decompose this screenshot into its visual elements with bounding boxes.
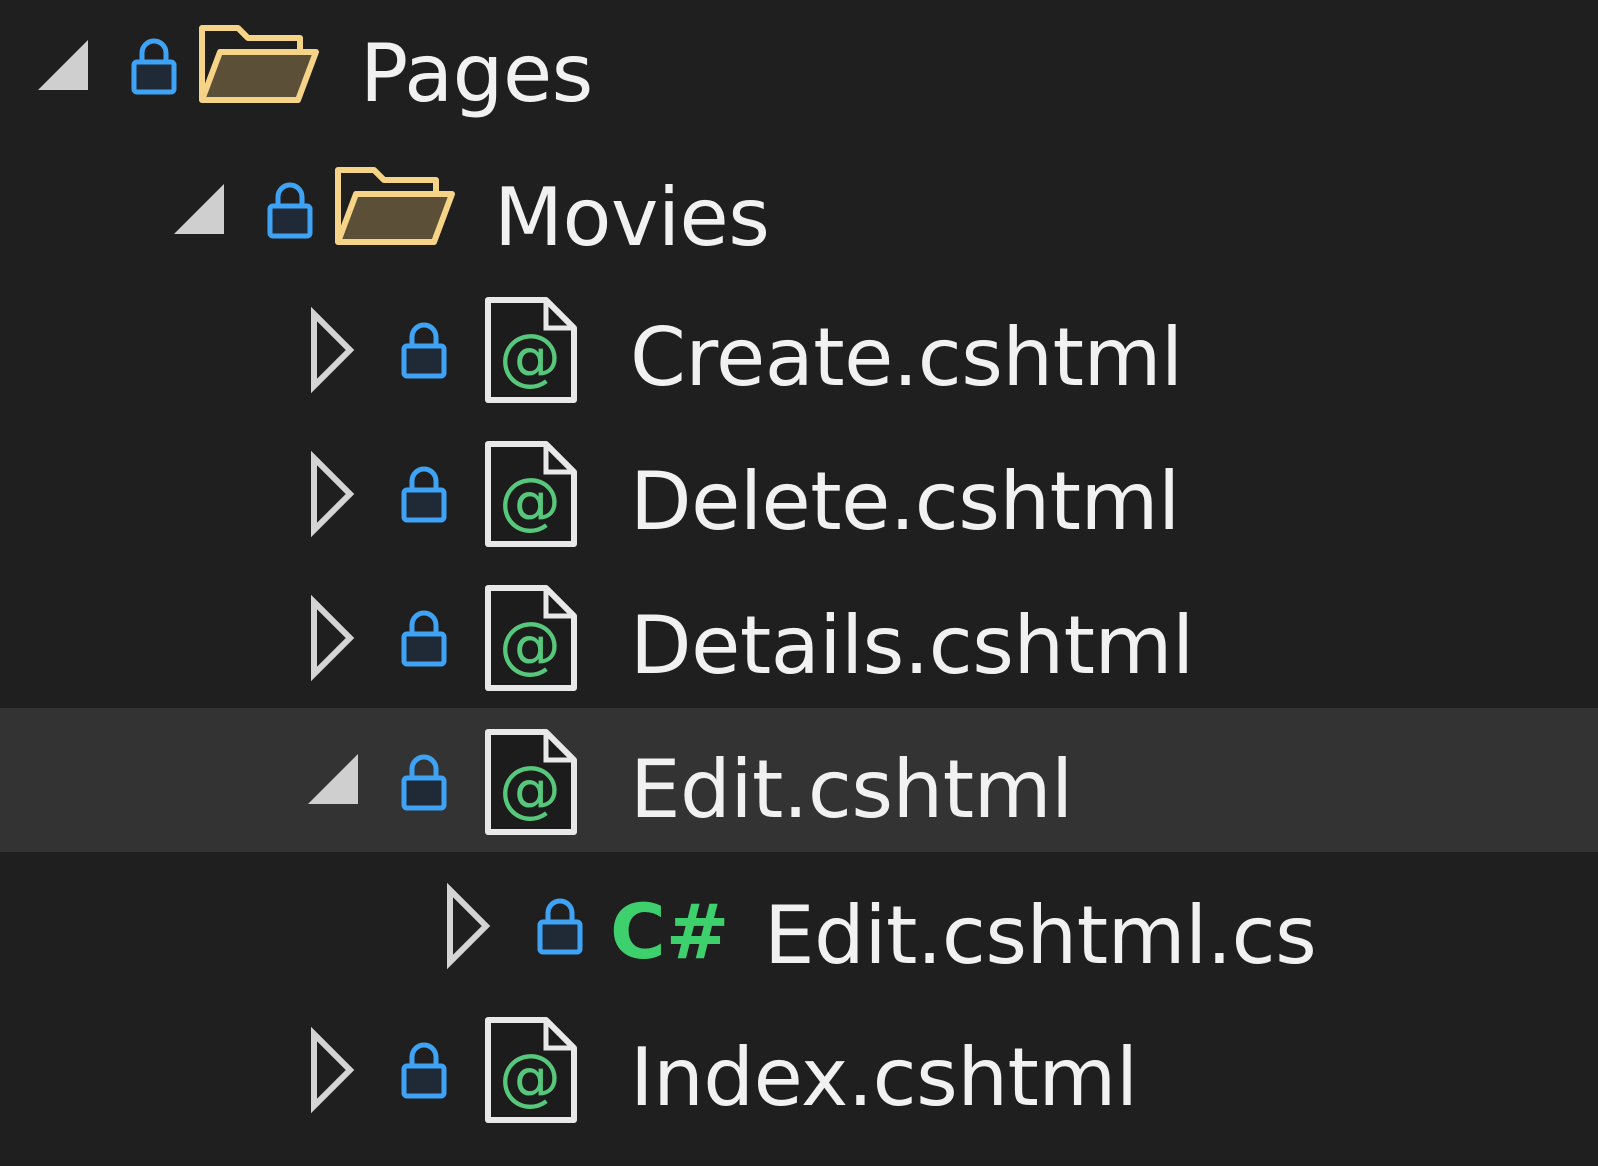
tree-item-label: Index.cshtml — [630, 1031, 1138, 1124]
collapsed-arrow-icon[interactable] — [308, 594, 364, 682]
razor-file-icon: @ — [484, 440, 580, 550]
solution-explorer-tree: Pages Movies @ Create.cshtml @ Delete.cs… — [0, 0, 1598, 1166]
svg-text:@: @ — [499, 320, 561, 393]
tree-item-label: Create.cshtml — [630, 311, 1183, 404]
tree-item-index-cshtml[interactable]: @ Index.cshtml — [0, 1010, 1598, 1154]
svg-text:@: @ — [499, 608, 561, 681]
expanded-arrow-icon[interactable] — [36, 34, 92, 114]
tree-item-edit-cshtml-cs[interactable]: C# Edit.cshtml.cs — [0, 852, 1598, 996]
razor-file-icon: @ — [484, 296, 580, 406]
folder-icon — [196, 20, 322, 108]
svg-text:@: @ — [499, 1040, 561, 1113]
lock-icon — [266, 180, 322, 244]
expanded-arrow-icon[interactable] — [172, 178, 228, 258]
tree-item-label: Details.cshtml — [630, 599, 1194, 692]
lock-icon — [400, 608, 456, 672]
lock-icon — [400, 464, 456, 528]
expanded-arrow-icon[interactable] — [306, 748, 362, 828]
lock-icon — [400, 1040, 456, 1104]
collapsed-arrow-icon[interactable] — [308, 1026, 364, 1114]
folder-icon — [332, 162, 458, 250]
tree-item-label: Edit.cshtml.cs — [764, 889, 1317, 982]
lock-icon — [130, 36, 186, 100]
tree-item-label: Movies — [494, 171, 770, 264]
tree-item-label: Pages — [360, 27, 593, 120]
razor-file-icon: @ — [484, 584, 580, 694]
lock-icon — [400, 752, 456, 816]
svg-text:@: @ — [499, 752, 561, 825]
lock-icon — [536, 896, 592, 960]
collapsed-arrow-icon[interactable] — [308, 450, 364, 538]
tree-item-delete-cshtml[interactable]: @ Delete.cshtml — [0, 434, 1598, 578]
tree-item-label: Edit.cshtml — [630, 743, 1073, 836]
tree-item-create-cshtml[interactable]: @ Create.cshtml — [0, 290, 1598, 434]
collapsed-arrow-icon[interactable] — [444, 882, 500, 970]
tree-item-details-cshtml[interactable]: @ Details.cshtml — [0, 578, 1598, 722]
tree-item-label: Delete.cshtml — [630, 455, 1180, 548]
razor-file-icon: @ — [484, 728, 580, 838]
tree-item-edit-cshtml[interactable]: @ Edit.cshtml — [0, 708, 1598, 852]
tree-item-movies[interactable]: Movies — [0, 148, 1598, 292]
csharp-file-icon: C# — [610, 887, 730, 976]
collapsed-arrow-icon[interactable] — [308, 306, 364, 394]
lock-icon — [400, 320, 456, 384]
svg-text:@: @ — [499, 464, 561, 537]
tree-item-pages[interactable]: Pages — [0, 4, 1598, 148]
razor-file-icon: @ — [484, 1016, 580, 1126]
